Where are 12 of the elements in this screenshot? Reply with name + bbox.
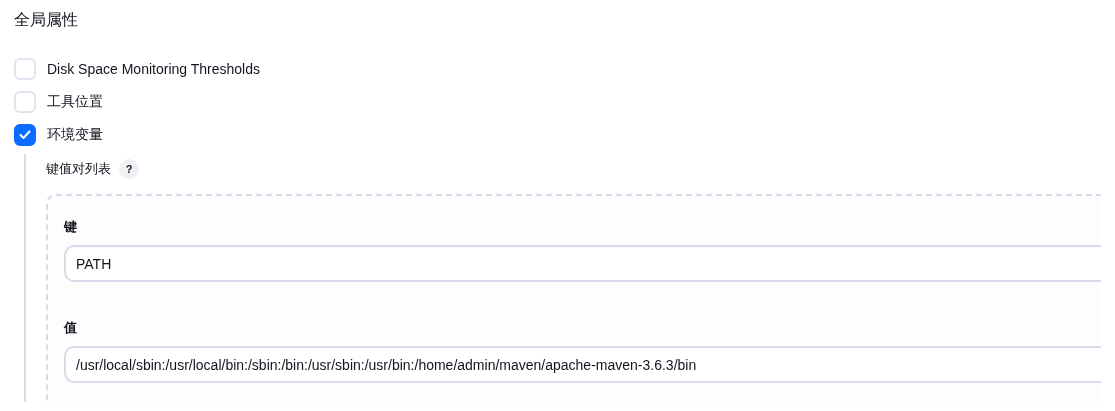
help-button[interactable]: ? [119, 159, 139, 179]
input-field[interactable]: /usr/local/sbin:/usr/local/bin:/sbin:/bin:/usr/sbin:/usr/bin:/home/admin/maven/apache-maven-3.6.3/bin [64, 346, 1101, 383]
checkbox-label: Disk Space Monitoring Thresholds [47, 61, 260, 77]
checkbox-label: 环境变量 [47, 126, 103, 144]
field-label: 值 [64, 319, 78, 337]
check-icon [19, 130, 31, 140]
list-label: 键值对列表 [46, 160, 111, 178]
field-label: 键 [64, 218, 78, 236]
checkbox-label: 工具位置 [47, 93, 103, 111]
section-title: 全局属性 [14, 10, 79, 30]
checkbox[interactable] [14, 124, 36, 146]
input-field[interactable]: PATH [64, 245, 1101, 282]
